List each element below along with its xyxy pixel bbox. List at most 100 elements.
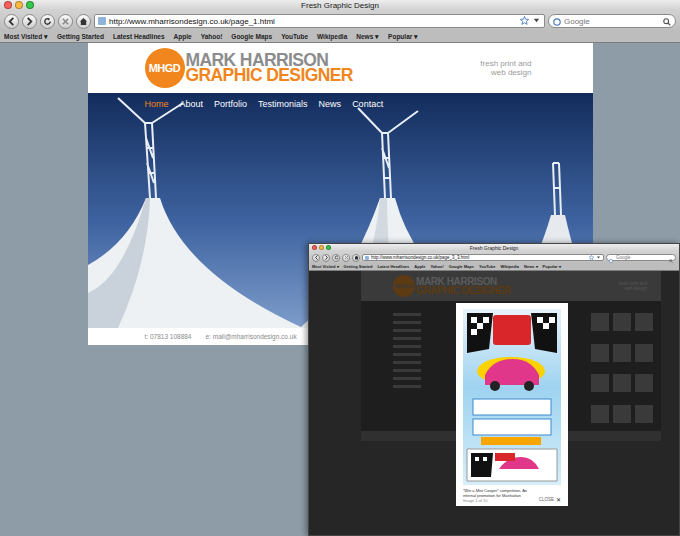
bookmark-item[interactable]: Getting Started [344,264,373,269]
search-box[interactable] [606,254,676,261]
close-label[interactable]: CLOSE [539,497,554,502]
dimmed-logo-text: MARK HARRISONGRAPHIC DESIGNER [416,277,511,295]
close-icon[interactable] [312,245,317,250]
bookmark-star-icon[interactable] [589,255,594,261]
search-input[interactable] [564,17,660,26]
lightbox-caption: “Win a Mini Cooper” competition. An inte… [463,488,535,503]
close-button[interactable]: CLOSE✕ [539,496,561,503]
dimmed-sidebar-line [393,369,421,372]
bookmark-item[interactable]: Google Maps [449,264,474,269]
address-bar[interactable]: http://www.mharrisondesign.co.uk/page_3_… [362,254,604,261]
logo-name: MARK HARRISON [186,53,353,68]
footer-email[interactable]: e: mail@mharrisondesign.co.uk [206,333,297,340]
caption-text: “Win a Mini Cooper” competition. An inte… [463,488,535,498]
forward-icon[interactable] [22,14,37,29]
minimize-icon[interactable] [15,1,23,9]
dimmed-thumbnail [635,313,653,331]
bookmark-item[interactable]: Wikipedia [317,33,347,40]
bookmark-item[interactable]: Google Maps [231,33,272,40]
home-icon[interactable] [352,254,360,262]
dimmed-header: MHGDMARK HARRISONGRAPHIC DESIGNERfresh p… [361,271,661,301]
bookmark-item[interactable]: Latest Headlines [113,33,165,40]
nav-link[interactable]: Testimonials [258,99,308,109]
back-icon[interactable] [312,254,320,262]
dimmed-thumbnail [613,405,631,423]
dropdown-arrow-icon[interactable] [532,16,541,27]
bookmark-item[interactable]: News ▾ [524,264,538,269]
bookmarks-bar: Most Visited ▾ Getting Started Latest Head… [0,31,680,43]
dimmed-thumbnail [613,344,631,362]
search-box[interactable] [548,14,676,28]
portfolio-image [463,309,561,485]
zoom-icon[interactable] [326,245,331,250]
bookmark-item[interactable]: YouTube [479,264,496,269]
bookmark-item[interactable]: Popular ▾ [388,33,418,41]
address-text[interactable]: http://www.mharrisondesign.co.uk/page_1.… [109,17,275,26]
reload-icon[interactable] [332,254,340,262]
address-bar[interactable]: http://www.mharrisondesign.co.uk/page_1.… [94,14,545,28]
stop-icon[interactable] [58,14,73,29]
tagline-line: fresh print and [480,59,531,68]
nav-link[interactable]: Contact [352,99,383,109]
dimmed-thumbnail [635,405,653,423]
lightbox: “Win a Mini Cooper” competition. An inte… [456,303,568,506]
dimmed-sidebar-line [393,329,421,332]
back-icon[interactable] [4,14,19,29]
search-magnifier-icon[interactable] [663,12,671,30]
bookmark-item[interactable]: Latest Headlines [378,264,410,269]
bookmark-item[interactable]: Apple [174,33,192,40]
home-icon[interactable] [76,14,91,29]
search-input[interactable] [616,255,666,260]
popup-page: MHGDMARK HARRISONGRAPHIC DESIGNERfresh p… [309,271,679,536]
toolbar: http://www.mharrisondesign.co.uk/page_3_… [309,252,679,263]
toolbar: http://www.mharrisondesign.co.uk/page_1.… [0,11,680,31]
image-counter: Image 1 of 10 [463,498,535,503]
window-title: Fresh Graphic Design [301,1,379,10]
bookmark-star-icon[interactable] [520,16,529,27]
nav-link[interactable]: Home [145,99,169,109]
bookmark-item[interactable]: Apple [414,264,425,269]
minimize-icon[interactable] [319,245,324,250]
bookmark-item[interactable]: Yahoo! [430,264,443,269]
dimmed-logo-mark: MHGD [393,275,415,297]
nav-link[interactable]: News [319,99,342,109]
reload-icon[interactable] [40,14,55,29]
google-icon[interactable] [553,12,561,30]
dimmed-thumbnail [591,313,609,331]
window-controls [312,245,331,250]
dimmed-sidebar-line [393,361,421,364]
bookmark-item[interactable]: News ▾ [356,33,379,41]
dimmed-sidebar-line [393,313,421,316]
main-nav: Home About Portfolio Testimonials News Contac… [88,93,593,115]
bookmark-item[interactable]: Most Visited ▾ [312,264,339,269]
bookmarks-bar: Most Visited ▾ Getting Started Latest Head… [309,263,679,271]
window-title: Fresh Graphic Design [470,245,519,251]
bookmark-item[interactable]: Getting Started [57,33,104,40]
dimmed-thumbnail [635,374,653,392]
favicon-icon [365,256,369,260]
bookmark-item[interactable]: Wikipedia [500,264,519,269]
address-text[interactable]: http://www.mharrisondesign.co.uk/page_3_… [371,255,469,260]
nav-link[interactable]: About [180,99,204,109]
dimmed-sidebar-line [393,337,421,340]
dimmed-sidebar [393,313,427,431]
close-x-icon[interactable]: ✕ [556,496,561,503]
zoom-icon[interactable] [26,1,34,9]
dropdown-arrow-icon[interactable] [596,255,601,261]
forward-icon[interactable] [322,254,330,262]
logo-text[interactable]: MARK HARRISONGRAPHIC DESIGNER [186,53,353,83]
nav-link[interactable]: Portfolio [214,99,247,109]
bookmark-item[interactable]: YouTube [281,33,308,40]
stop-icon[interactable] [342,254,350,262]
close-icon[interactable] [4,1,12,9]
dimmed-sidebar-line [393,321,421,324]
tagline-line: web design [480,68,531,77]
bookmark-item[interactable]: Popular ▾ [543,264,561,269]
dimmed-thumbnail [591,344,609,362]
logo-mark[interactable]: MHGD [145,48,185,88]
bookmark-item[interactable]: Most Visited ▾ [4,33,48,41]
dimmed-sidebar-line [393,377,421,380]
title-bar: Fresh Graphic Design [0,0,680,11]
bookmark-item[interactable]: Yahoo! [201,33,223,40]
dimmed-thumbnail [613,313,631,331]
